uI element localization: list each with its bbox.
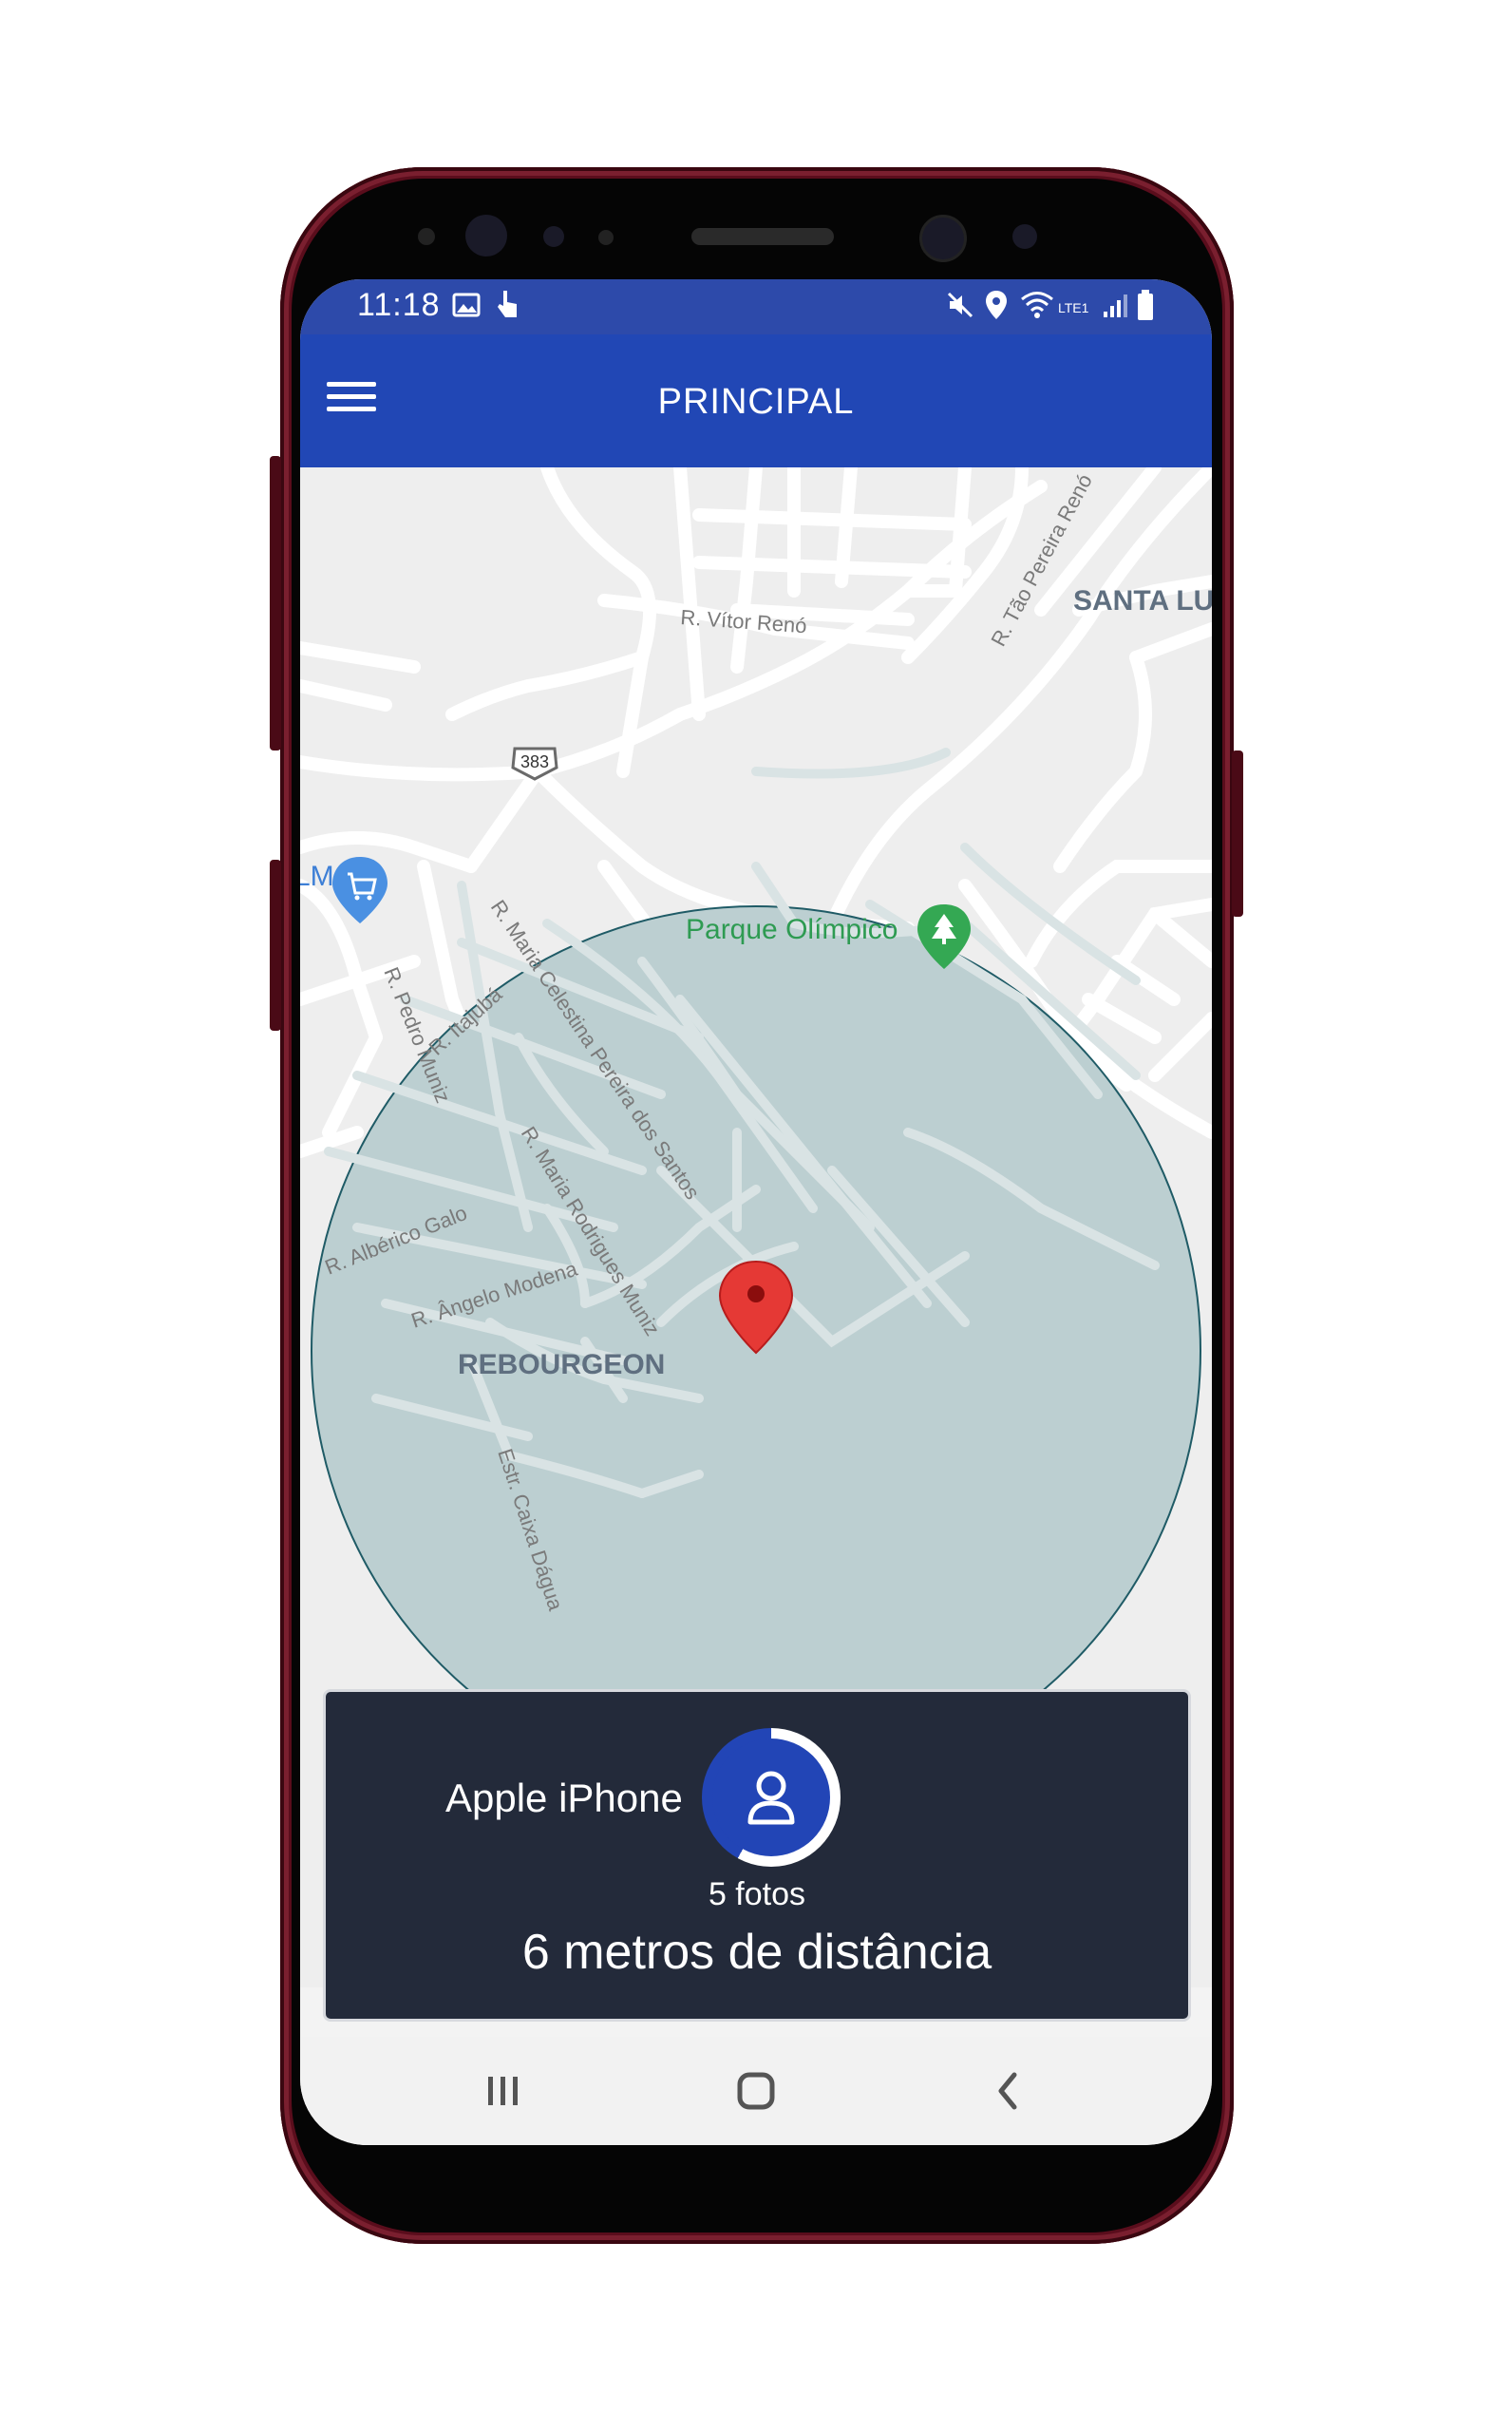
battery-icon [1138, 290, 1153, 320]
place-label-santa-lucia: SANTA LU [1073, 585, 1212, 617]
recent-apps-icon [488, 2077, 518, 2105]
place-label-lm: LM [300, 861, 334, 892]
back-button[interactable] [971, 2060, 1047, 2122]
signal-icon [1104, 294, 1127, 317]
home-icon [737, 2072, 775, 2110]
sensor-dot-icon [418, 228, 435, 245]
network-type-label: LTE1 [1058, 300, 1089, 315]
device-info-card[interactable]: Apple iPhone 5 fotos 6 metros de distânc… [323, 1689, 1191, 2022]
sensor-dot-icon [598, 230, 614, 245]
home-button[interactable] [718, 2060, 794, 2122]
page-title: PRINCIPAL [657, 382, 855, 422]
sensor-icon [1012, 224, 1037, 249]
place-label-parque: Parque Olímpico [686, 914, 898, 945]
app-bar: PRINCIPAL [300, 334, 1212, 467]
bixby-button [270, 860, 281, 1031]
distance-label: 6 metros de distância [521, 1925, 992, 1980]
touch-notification-icon [498, 291, 517, 317]
location-icon [986, 291, 1007, 319]
system-nav-bar [300, 2037, 1212, 2145]
photos-progress-ring[interactable] [702, 1728, 841, 1867]
phone-screen: 11:18 LTE1 PRINCIPAL R. Vítor Renó R. Tã… [300, 279, 1212, 2145]
sensor-dot-icon [543, 226, 564, 247]
place-label-rebourgeon: REBOURGEON [458, 1349, 665, 1380]
power-button [1232, 750, 1243, 917]
recent-apps-button[interactable] [465, 2060, 541, 2122]
earpiece-speaker [691, 228, 834, 245]
device-name: Apple iPhone [445, 1776, 683, 1820]
avatar [712, 1738, 830, 1856]
mute-icon [947, 292, 973, 318]
status-bar: 11:18 LTE1 [300, 279, 1212, 334]
route-shield-label: 383 [520, 752, 549, 771]
wifi-icon [1021, 292, 1053, 318]
front-camera-icon [919, 215, 967, 262]
back-icon [998, 2072, 1017, 2110]
user-icon [747, 1771, 795, 1825]
photos-count: 5 fotos [708, 1876, 806, 1912]
iris-sensor-icon [465, 215, 507, 256]
volume-button [270, 456, 281, 750]
image-notification-icon [452, 293, 481, 317]
status-time: 11:18 [357, 287, 441, 323]
